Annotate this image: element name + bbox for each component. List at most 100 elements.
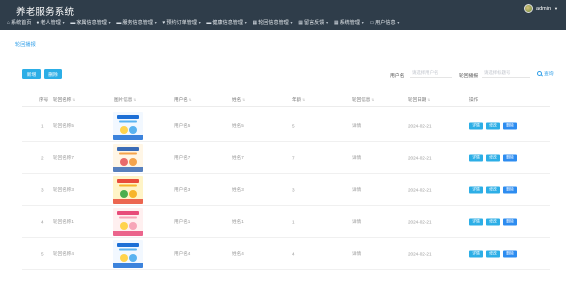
nav-item-7[interactable]: ▦ 留言反馈 ▼ [298, 19, 329, 27]
row-actions: 详情 修改 删除 [469, 154, 517, 161]
row-thumbnail-image[interactable] [113, 112, 143, 140]
nav-item-label: 用户信息 [375, 20, 396, 26]
username-filter-input[interactable]: 请选择用户名 [410, 69, 452, 78]
cell-index: 3 [41, 187, 44, 192]
column-header-6[interactable]: 轮回信息⇅ [352, 97, 374, 103]
chat-icon: ▬ [70, 19, 76, 26]
cell-index: 4 [41, 219, 44, 224]
grid-icon: ▦ [298, 19, 303, 26]
sort-icon[interactable]: ⇅ [302, 98, 305, 102]
cell-age: 5 [292, 123, 295, 128]
sort-icon[interactable]: ⇅ [189, 98, 192, 102]
user-menu[interactable]: admin ▼ [524, 4, 558, 13]
cell-user: 用户名5 [174, 122, 191, 128]
column-header-0: 序号 [39, 97, 48, 103]
delete-button[interactable]: 删除 [44, 69, 62, 79]
column-header-7[interactable]: 轮回日期⇅ [408, 97, 430, 103]
delete-row-button[interactable]: 删除 [503, 250, 517, 257]
cell-info: 详情 [352, 250, 362, 256]
column-header-2[interactable]: 图片信息⇅ [114, 97, 136, 103]
cell-realname: 姓名3 [232, 186, 244, 192]
sort-icon[interactable]: ⇅ [427, 98, 430, 102]
edit-button[interactable]: 修改 [486, 250, 500, 257]
detail-button[interactable]: 详情 [469, 218, 483, 225]
table-row: 5 轮回名称4 用户名4 姓名4 4 详情 2024-02-21 详情 修改 删除 [22, 238, 550, 270]
sort-icon[interactable]: ⇅ [133, 98, 136, 102]
chevron-down-icon: ▼ [107, 20, 112, 25]
delete-row-button[interactable]: 删除 [503, 154, 517, 161]
nav-item-label: 系统首页 [11, 20, 32, 26]
cell-index: 1 [41, 123, 44, 128]
row-thumbnail-image[interactable] [113, 240, 143, 268]
cell-user: 用户名7 [174, 154, 191, 160]
chevron-down-icon: ▼ [360, 20, 365, 25]
cell-age: 7 [292, 155, 295, 160]
chat-icon: ▬ [206, 19, 212, 26]
nav-item-0[interactable]: ⌂ 系统首页 [7, 19, 32, 27]
delete-row-button[interactable]: 删除 [503, 122, 517, 129]
search-icon [537, 71, 542, 76]
row-thumbnail-image[interactable] [113, 208, 143, 236]
chevron-down-icon: ▼ [61, 20, 66, 25]
nav-item-4[interactable]: ♥ 预约订单管理 ▼ [162, 19, 201, 27]
cell-info: 详情 [352, 154, 362, 160]
cell-realname: 姓名7 [232, 154, 244, 160]
sort-icon[interactable]: ⇅ [242, 98, 245, 102]
cell-user: 用户名3 [174, 186, 191, 192]
nav-item-6[interactable]: ▦ 轮回信息管理 ▼ [252, 19, 294, 27]
edit-button[interactable]: 修改 [486, 154, 500, 161]
search-button[interactable]: 查询 [537, 70, 554, 77]
breadcrumb[interactable]: 轮回播报 [15, 41, 36, 48]
column-header-4[interactable]: 姓名⇅ [232, 97, 245, 103]
detail-button[interactable]: 详情 [469, 122, 483, 129]
search-label: 查询 [544, 72, 554, 77]
sort-icon[interactable]: ⇅ [72, 98, 75, 102]
column-header-5[interactable]: 年龄⇅ [292, 97, 305, 103]
edit-button[interactable]: 修改 [486, 186, 500, 193]
chevron-down-icon: ▼ [244, 20, 248, 25]
row-thumbnail-image[interactable] [113, 144, 143, 172]
nav-item-label: 家属信息管理 [76, 20, 107, 26]
cell-index: 2 [41, 155, 44, 160]
cell-name: 轮回名称3 [53, 186, 74, 192]
detail-button[interactable]: 详情 [469, 250, 483, 257]
detail-button[interactable]: 详情 [469, 186, 483, 193]
top-bar: 养老服务系统 admin ▼ ⌂ 系统首页 ● 老人管理 ▼ ▬ 家属信息管理 ▼ ▬ 服务信息管… [0, 0, 566, 30]
column-header-label: 姓名 [232, 97, 242, 102]
user-name[interactable]: admin [536, 6, 551, 12]
table-row: 4 轮回名称1 用户名1 姓名1 1 详情 2024-02-21 详情 修改 删除 [22, 206, 550, 238]
nav-item-8[interactable]: ▦ 系统管理 ▼ [334, 19, 365, 27]
row-thumbnail-image[interactable] [113, 176, 143, 204]
edit-button[interactable]: 修改 [486, 218, 500, 225]
column-header-3[interactable]: 用户名⇅ [174, 97, 192, 103]
table-row: 1 轮回名称5 用户名5 姓名5 5 详情 2024-02-21 详情 修改 删除 [22, 110, 550, 142]
nav-item-1[interactable]: ● 老人管理 ▼ [36, 19, 66, 27]
avatar[interactable] [524, 4, 534, 13]
column-header-8: 操作 [469, 97, 478, 103]
folder-icon: ▭ [369, 19, 375, 26]
table-row: 3 轮回名称3 用户名3 姓名3 3 详情 2024-02-21 详情 修改 删除 [22, 174, 550, 206]
nav-item-3[interactable]: ▬ 服务信息管理 ▼ [116, 19, 157, 27]
heart-icon: ♥ [162, 19, 166, 26]
cell-name: 轮回名称4 [53, 250, 74, 256]
home-icon: ⌂ [7, 19, 11, 26]
add-button[interactable]: 新增 [22, 69, 41, 79]
user-icon: ● [36, 19, 40, 26]
column-header-1[interactable]: 轮回名称⇅ [53, 97, 75, 103]
table-row: 2 轮回名称7 用户名7 姓名7 7 详情 2024-02-21 详情 修改 删除 [22, 142, 550, 174]
delete-row-button[interactable]: 删除 [503, 186, 517, 193]
nav-item-9[interactable]: ▭ 用户信息 ▼ [369, 19, 400, 27]
title-filter-input[interactable]: 请选择标题号 [482, 69, 530, 78]
chevron-down-icon: ▼ [289, 20, 294, 25]
sort-icon[interactable]: ⇅ [371, 98, 374, 102]
nav-item-2[interactable]: ▬ 家属信息管理 ▼ [70, 19, 112, 27]
row-actions: 详情 修改 删除 [469, 186, 517, 193]
table-header: 序号 轮回名称⇅ 图片信息⇅ 用户名⇅ 姓名⇅ 年龄⇅ 轮回信息⇅ 轮回日期⇅ 操作 [22, 93, 550, 107]
cell-info: 详情 [352, 122, 362, 128]
nav-item-5[interactable]: ▬ 健康信息管理 ▼ [206, 19, 248, 27]
edit-button[interactable]: 修改 [486, 122, 500, 129]
detail-button[interactable]: 详情 [469, 154, 483, 161]
cell-info: 详情 [352, 218, 362, 224]
delete-row-button[interactable]: 删除 [503, 218, 517, 225]
chevron-down-icon[interactable]: ▼ [554, 6, 558, 11]
